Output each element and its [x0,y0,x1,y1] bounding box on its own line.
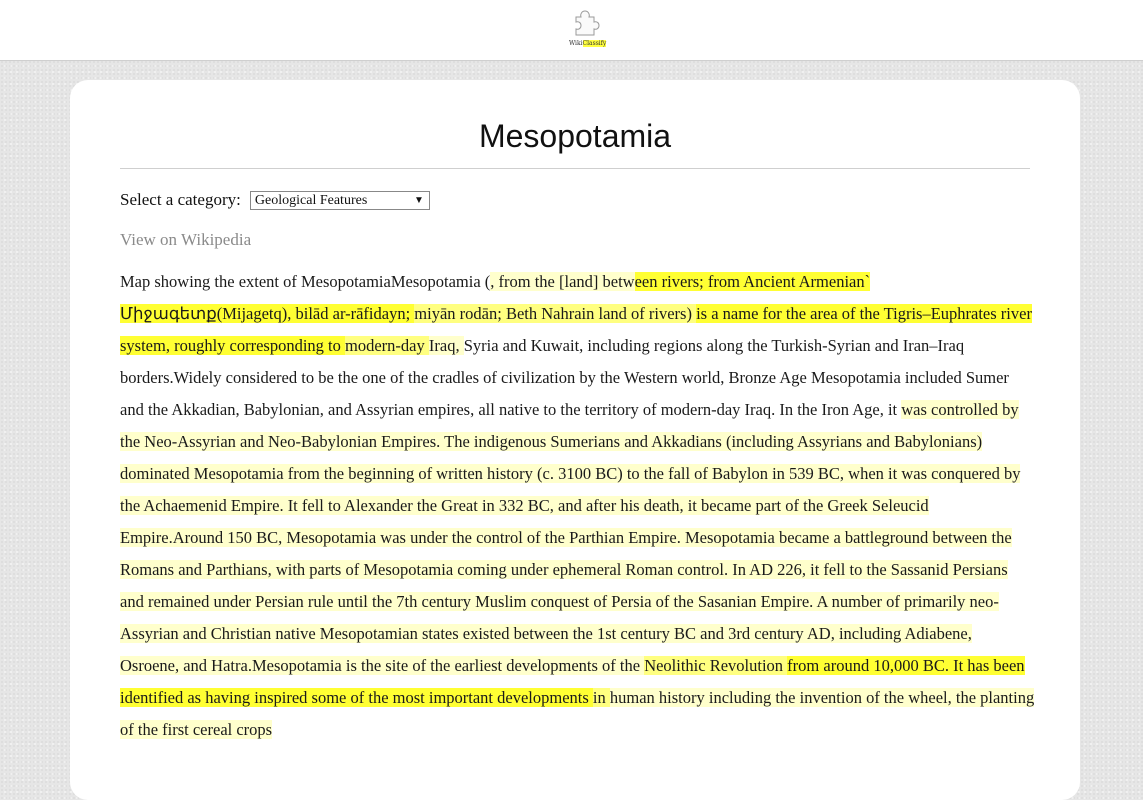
category-selected-value: Geological Features [254,193,368,208]
top-bar: WikiClassify [0,0,1143,61]
article-card: Mesopotamia Select a category: Geologica… [70,80,1080,800]
article-text: Map showing the extent of MesopotamiaMes… [120,266,1035,746]
article-segment: modern-day [345,336,429,355]
article-segment: controlled by the Neo-Assyrian and Neo-B… [120,400,1021,547]
article-segment: Map showing the extent of MesopotamiaMes… [120,272,491,291]
article-segment: from around 10,000 BC. [787,656,954,675]
puzzle-piece-icon [575,10,600,36]
category-select[interactable]: Geological Features ▼ [249,191,430,210]
logo-prefix: Wiki [569,40,583,47]
article-segment: Iraq, [428,336,464,355]
article-segment: , from the [land] betw [490,272,635,291]
article-segment: Mesopotamia became a battleground betwee… [120,528,1012,675]
logo-wordmark: WikiClassify [569,40,607,48]
view-on-wikipedia-link[interactable]: View on Wikipedia [120,230,251,250]
article-segment: miyān rodān; Beth Nahrain land of rivers… [414,304,697,323]
dropdown-arrow-icon: ▼ [414,195,424,206]
category-label: Select a category: [120,190,241,209]
article-segment: in [592,688,610,707]
logo-suffix: Classify [582,40,607,47]
category-selector-row: Select a category: Geological Features ▼ [120,190,430,210]
article-segment: Neolithic Revolution [644,656,788,675]
article-segment: was [901,400,927,419]
site-logo[interactable]: WikiClassify [565,8,607,50]
title-divider [120,168,1030,169]
page-title: Mesopotamia [478,118,672,154]
